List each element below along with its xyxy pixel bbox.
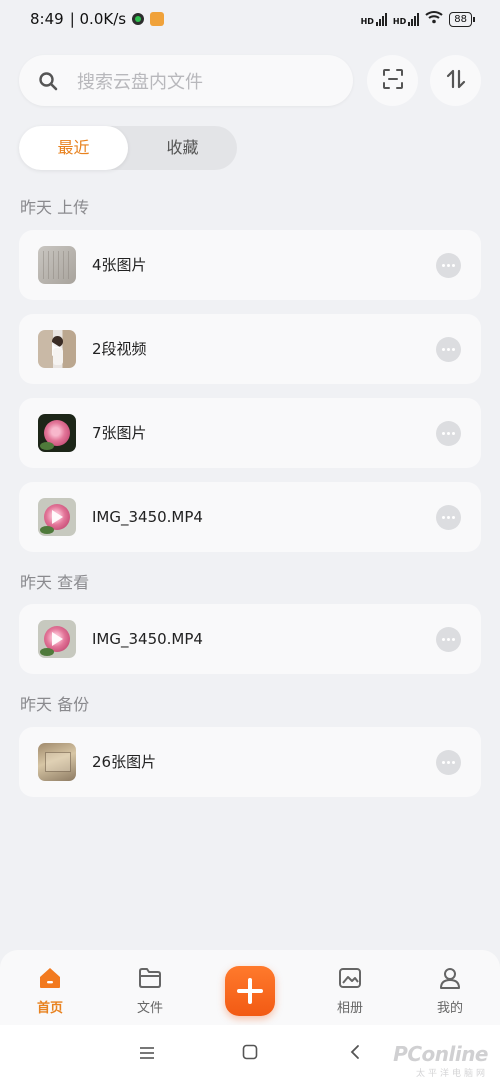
album-icon xyxy=(338,966,362,990)
thumbnail-video xyxy=(38,498,76,536)
section-label-viewed: 昨天 查看 xyxy=(20,573,90,592)
item-name: 7张图片 xyxy=(92,424,147,442)
more-options-button[interactable] xyxy=(436,750,461,775)
battery-icon: 88 xyxy=(449,11,475,27)
signal-icon-2: HD xyxy=(392,12,420,26)
bottom-navigation: 首页 文件 相册 我的 xyxy=(0,950,500,1025)
nav-item-album[interactable]: 相册 xyxy=(310,950,390,1025)
watermark-subtitle: 太平洋电脑网 xyxy=(415,1069,488,1079)
play-icon xyxy=(52,510,63,524)
signal-hd-label: HD xyxy=(360,16,374,26)
more-options-button[interactable] xyxy=(436,253,461,278)
back-button[interactable] xyxy=(343,1042,367,1066)
signal-hd-label-2: HD xyxy=(392,16,407,26)
more-options-button[interactable] xyxy=(436,505,461,530)
list-item[interactable]: IMG_3450.MP4 xyxy=(19,482,481,552)
item-name: 2段视频 xyxy=(92,340,147,358)
thumbnail-image xyxy=(38,414,76,452)
status-left: 8:49 | 0.0K/s xyxy=(30,10,165,28)
more-options-button[interactable] xyxy=(436,421,461,446)
nav-label-home: 首页 xyxy=(36,1001,63,1016)
item-name: IMG_3450.MP4 xyxy=(92,508,203,526)
nav-label-files: 文件 xyxy=(136,1001,163,1016)
menu-icon xyxy=(139,1045,155,1064)
thumbnail-image xyxy=(38,246,76,284)
folder-icon xyxy=(138,966,162,990)
watermark-logo: PConline xyxy=(393,1042,488,1066)
tab-favorites[interactable]: 收藏 xyxy=(128,126,237,170)
section-label-uploaded: 昨天 上传 xyxy=(20,198,90,217)
sort-button[interactable] xyxy=(430,55,481,106)
list-item[interactable]: 7张图片 xyxy=(19,398,481,468)
status-right: HD HD 88 xyxy=(360,10,475,28)
home-icon xyxy=(38,966,62,990)
wifi-icon xyxy=(425,10,443,28)
more-options-button[interactable] xyxy=(436,337,461,362)
status-net-speed: | 0.0K/s xyxy=(69,10,127,28)
nav-label-profile: 我的 xyxy=(436,1001,463,1016)
list-item[interactable]: 2段视频 xyxy=(19,314,481,384)
list-item[interactable]: 26张图片 xyxy=(19,727,481,797)
search-input[interactable] xyxy=(75,68,339,96)
thumbnail-image xyxy=(38,743,76,781)
square-icon xyxy=(242,1044,258,1064)
nav-item-home[interactable]: 首页 xyxy=(10,950,90,1025)
nav-label-album: 相册 xyxy=(336,1001,363,1016)
list-item[interactable]: IMG_3450.MP4 xyxy=(19,604,481,674)
item-name: IMG_3450.MP4 xyxy=(92,630,203,648)
thumbnail-video xyxy=(38,620,76,658)
recent-favorite-tabs: 最近 收藏 xyxy=(19,126,237,170)
item-name: 26张图片 xyxy=(92,753,157,771)
nav-item-profile[interactable]: 我的 xyxy=(410,950,490,1025)
scan-icon xyxy=(382,68,404,94)
search-icon xyxy=(38,71,58,91)
list-item[interactable]: 4张图片 xyxy=(19,230,481,300)
search-bar[interactable] xyxy=(19,55,353,106)
more-options-button[interactable] xyxy=(436,627,461,652)
signal-icon-1: HD xyxy=(360,12,387,26)
scan-button[interactable] xyxy=(367,55,418,106)
status-time: 8:49 xyxy=(30,10,64,28)
sort-icon xyxy=(445,68,467,94)
item-name: 4张图片 xyxy=(92,256,147,274)
play-icon xyxy=(52,342,63,356)
thumbnail-video xyxy=(38,330,76,368)
menu-button[interactable] xyxy=(135,1042,159,1066)
section-label-backup: 昨天 备份 xyxy=(20,695,90,714)
add-button[interactable] xyxy=(225,966,275,1016)
back-icon xyxy=(349,1044,361,1064)
play-icon xyxy=(52,632,63,646)
status-bar: 8:49 | 0.0K/s HD HD 88 xyxy=(0,0,500,40)
notification-app-icon-2 xyxy=(150,12,165,26)
home-system-button[interactable] xyxy=(238,1042,262,1066)
profile-icon xyxy=(438,966,462,990)
tab-recent[interactable]: 最近 xyxy=(19,126,128,170)
nav-item-files[interactable]: 文件 xyxy=(110,950,190,1025)
notification-app-icon xyxy=(132,13,145,25)
